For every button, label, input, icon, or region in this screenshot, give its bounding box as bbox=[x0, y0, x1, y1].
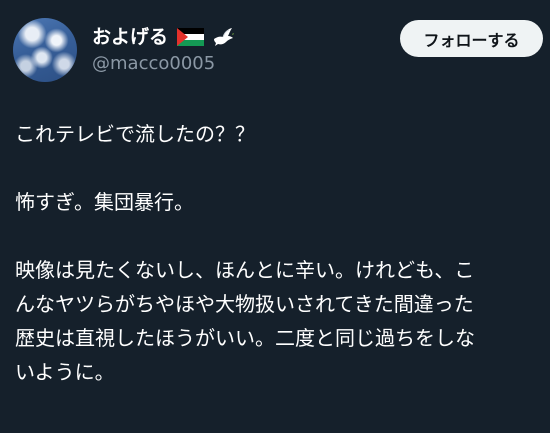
tweet-line: いように。 bbox=[15, 360, 115, 384]
display-name[interactable]: およげる bbox=[92, 24, 168, 50]
tweet-line: 怖すぎ。集団暴行。 bbox=[15, 190, 194, 214]
tweet-line: 歴史は直視したほうがいい。二度と同じ過ちをしな bbox=[15, 326, 475, 350]
tweet-header: およげる @macco0005 フォローする bbox=[0, 0, 550, 100]
tweet-line: 映像は見たくないし、ほんとに辛い。けれども、こ bbox=[15, 258, 475, 282]
palestine-flag-icon bbox=[177, 28, 205, 46]
tweet-line: んなヤツらがちやほや大物扱いされてきた間違った bbox=[15, 292, 474, 316]
avatar[interactable] bbox=[13, 18, 77, 82]
tweet-line: これテレビで流したの？？ bbox=[15, 122, 255, 146]
follow-button[interactable]: フォローする bbox=[400, 20, 543, 57]
dove-icon bbox=[211, 25, 235, 49]
tweet-text: これテレビで流したの？？ 怖すぎ。集団暴行。 映像は見たくないし、ほんとに辛い。… bbox=[15, 117, 545, 389]
name-row: およげる bbox=[92, 24, 235, 50]
user-handle[interactable]: @macco0005 bbox=[92, 52, 215, 76]
